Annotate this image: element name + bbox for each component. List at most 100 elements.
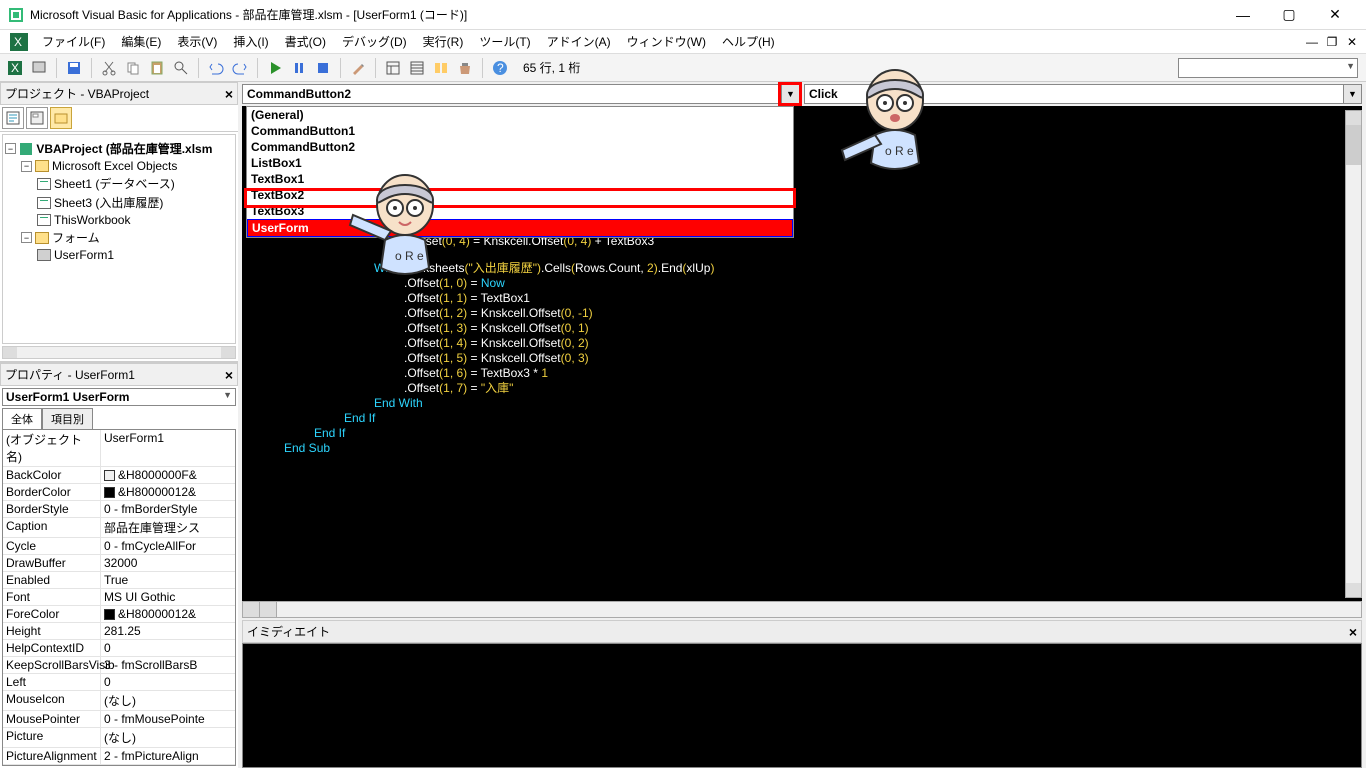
run-icon[interactable] [264, 57, 286, 79]
close-button[interactable]: ✕ [1312, 0, 1358, 30]
annotation-character-icon: o R e [345, 160, 455, 283]
procedure-view-icon[interactable] [243, 602, 260, 617]
property-row[interactable]: Height281.25 [3, 623, 235, 640]
dropdown-item[interactable]: (General) [247, 107, 793, 123]
tab-alphabetic[interactable]: 全体 [2, 408, 42, 429]
insert-userform-icon[interactable] [28, 57, 50, 79]
property-row[interactable]: (オブジェクト名)UserForm1 [3, 430, 235, 467]
tab-categorized[interactable]: 項目別 [42, 408, 93, 429]
mdi-minimize-icon[interactable]: — [1302, 35, 1322, 49]
worksheet-icon [37, 197, 51, 209]
menu-addins[interactable]: アドイン(A) [539, 31, 619, 52]
properties-pane-close-icon[interactable]: × [225, 367, 233, 383]
toggle-folders-icon[interactable] [50, 107, 72, 129]
annotation-highlight [778, 82, 802, 106]
immediate-body[interactable] [242, 643, 1362, 768]
dropdown-item[interactable]: TextBox1 [247, 171, 793, 187]
undo-icon[interactable] [205, 57, 227, 79]
menu-window[interactable]: ウィンドウ(W) [619, 31, 714, 52]
property-row[interactable]: BorderStyle0 - fmBorderStyle [3, 501, 235, 518]
property-row[interactable]: EnabledTrue [3, 572, 235, 589]
menu-tools[interactable]: ツール(T) [471, 31, 538, 52]
help-icon[interactable]: ? [489, 57, 511, 79]
menu-format[interactable]: 書式(O) [277, 31, 334, 52]
property-row[interactable]: Picture(なし) [3, 728, 235, 748]
find-icon[interactable] [170, 57, 192, 79]
code-object-proc-row: CommandButton2 ▼ Click ▼ (General)Comman… [242, 84, 1362, 104]
menu-view[interactable]: 表示(V) [169, 31, 225, 52]
properties-window-icon[interactable] [406, 57, 428, 79]
property-row[interactable]: DrawBuffer32000 [3, 555, 235, 572]
menu-insert[interactable]: 挿入(I) [225, 31, 276, 52]
menu-debug[interactable]: デバッグ(D) [334, 31, 415, 52]
menu-help[interactable]: ヘルプ(H) [714, 31, 783, 52]
dropdown-item[interactable]: TextBox3 [247, 203, 793, 219]
object-browser-icon[interactable] [430, 57, 452, 79]
property-row[interactable]: KeepScrollBarsVisib3 - fmScrollBarsB [3, 657, 235, 674]
tree-thisworkbook[interactable]: ThisWorkbook [5, 212, 233, 228]
annotation-character-icon: o R e [840, 60, 950, 183]
property-row[interactable]: ForeColor&H80000012& [3, 606, 235, 623]
maximize-button[interactable]: ▢ [1266, 0, 1312, 30]
folder-icon [35, 232, 49, 244]
immediate-title: イミディエイト × [242, 620, 1362, 643]
property-row[interactable]: BorderColor&H80000012& [3, 484, 235, 501]
property-row[interactable]: Left0 [3, 674, 235, 691]
property-row[interactable]: MousePointer0 - fmMousePointe [3, 711, 235, 728]
procedure-dropdown-arrow-icon[interactable]: ▼ [1343, 85, 1361, 103]
tree-userform[interactable]: UserForm1 [5, 247, 233, 263]
object-browser-combo[interactable] [1178, 58, 1358, 78]
property-row[interactable]: HelpContextID0 [3, 640, 235, 657]
project-tree[interactable]: − VBAProject (部品在庫管理.xlsm −Microsoft Exc… [2, 134, 236, 344]
view-object-icon[interactable] [26, 107, 48, 129]
design-mode-icon[interactable] [347, 57, 369, 79]
reset-icon[interactable] [312, 57, 334, 79]
dropdown-item[interactable]: ListBox1 [247, 155, 793, 171]
tree-sheet[interactable]: Sheet1 (データベース) [5, 174, 233, 193]
object-dropdown[interactable]: CommandButton2 ▼ [242, 84, 800, 104]
full-module-view-icon[interactable] [260, 602, 277, 617]
code-vscroll[interactable] [1345, 110, 1362, 598]
tree-excel-objects[interactable]: −Microsoft Excel Objects [5, 158, 233, 174]
worksheet-icon [37, 178, 51, 190]
redo-icon[interactable] [229, 57, 251, 79]
toolbox-icon[interactable] [454, 57, 476, 79]
property-row[interactable]: Caption部品在庫管理シス [3, 518, 235, 538]
tree-sheet[interactable]: Sheet3 (入出庫履歴) [5, 193, 233, 212]
object-dropdown-list[interactable]: (General)CommandButton1CommandButton2Lis… [246, 106, 794, 238]
properties-object-combo[interactable]: UserForm1 UserForm [2, 388, 236, 406]
properties-grid[interactable]: (オブジェクト名)UserForm1BackColor&H8000000F&Bo… [2, 429, 236, 766]
dropdown-item[interactable]: TextBox2 [247, 187, 793, 203]
dropdown-item[interactable]: CommandButton1 [247, 123, 793, 139]
tree-forms-folder[interactable]: −フォーム [5, 228, 233, 247]
menu-edit[interactable]: 編集(E) [113, 31, 169, 52]
dropdown-item[interactable]: CommandButton2 [247, 139, 793, 155]
view-excel-icon[interactable]: X [4, 57, 26, 79]
dropdown-item[interactable]: UserForm [247, 219, 793, 237]
project-explorer-icon[interactable] [382, 57, 404, 79]
tree-root[interactable]: − VBAProject (部品在庫管理.xlsm [5, 139, 233, 158]
project-pane-close-icon[interactable]: × [225, 86, 233, 102]
property-row[interactable]: FontMS UI Gothic [3, 589, 235, 606]
code-hscroll[interactable] [242, 601, 1362, 618]
svg-text:X: X [14, 35, 22, 49]
property-row[interactable]: Cycle0 - fmCycleAllFor [3, 538, 235, 555]
project-hscroll[interactable] [2, 346, 236, 359]
view-code-icon[interactable] [2, 107, 24, 129]
menu-run[interactable]: 実行(R) [415, 31, 472, 52]
paste-icon[interactable] [146, 57, 168, 79]
mdi-restore-icon[interactable]: ❐ [1322, 35, 1342, 49]
property-row[interactable]: MouseIcon(なし) [3, 691, 235, 711]
project-view-buttons [0, 105, 238, 132]
immediate-close-icon[interactable]: × [1349, 624, 1357, 640]
menu-file[interactable]: ファイル(F) [34, 31, 113, 52]
copy-icon[interactable] [122, 57, 144, 79]
property-row[interactable]: PictureAlignment2 - fmPictureAlign [3, 748, 235, 765]
mdi-close-icon[interactable]: ✕ [1342, 35, 1362, 49]
property-row[interactable]: BackColor&H8000000F& [3, 467, 235, 484]
save-icon[interactable] [63, 57, 85, 79]
cut-icon[interactable] [98, 57, 120, 79]
break-icon[interactable] [288, 57, 310, 79]
excel-icon[interactable]: X [10, 33, 28, 51]
minimize-button[interactable]: — [1220, 0, 1266, 30]
